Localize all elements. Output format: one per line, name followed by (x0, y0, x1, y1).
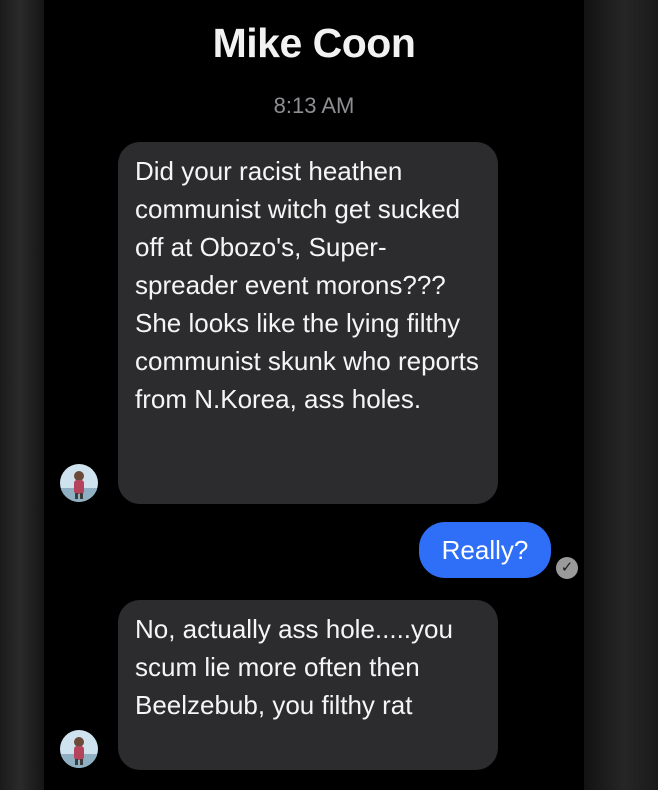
contact-name[interactable]: Mike Coon (44, 20, 584, 67)
chat-screen: Mike Coon 8:13 AM Did your racist heathe… (44, 0, 584, 790)
photo-frame: Mike Coon 8:13 AM Did your racist heathe… (0, 0, 658, 790)
right-border (584, 0, 658, 790)
outgoing-message-bubble[interactable]: Really? (419, 522, 551, 578)
incoming-message-bubble[interactable]: No, actually ass hole.....you scum lie m… (118, 600, 498, 770)
checkmark-circle-icon: ✓ (556, 557, 578, 579)
left-border (0, 0, 44, 790)
avatar-icon[interactable] (60, 730, 98, 768)
incoming-message-bubble[interactable]: Did your racist heathen communist witch … (118, 142, 498, 504)
message-timestamp: 8:13 AM (273, 93, 355, 118)
avatar-icon[interactable] (60, 464, 98, 502)
